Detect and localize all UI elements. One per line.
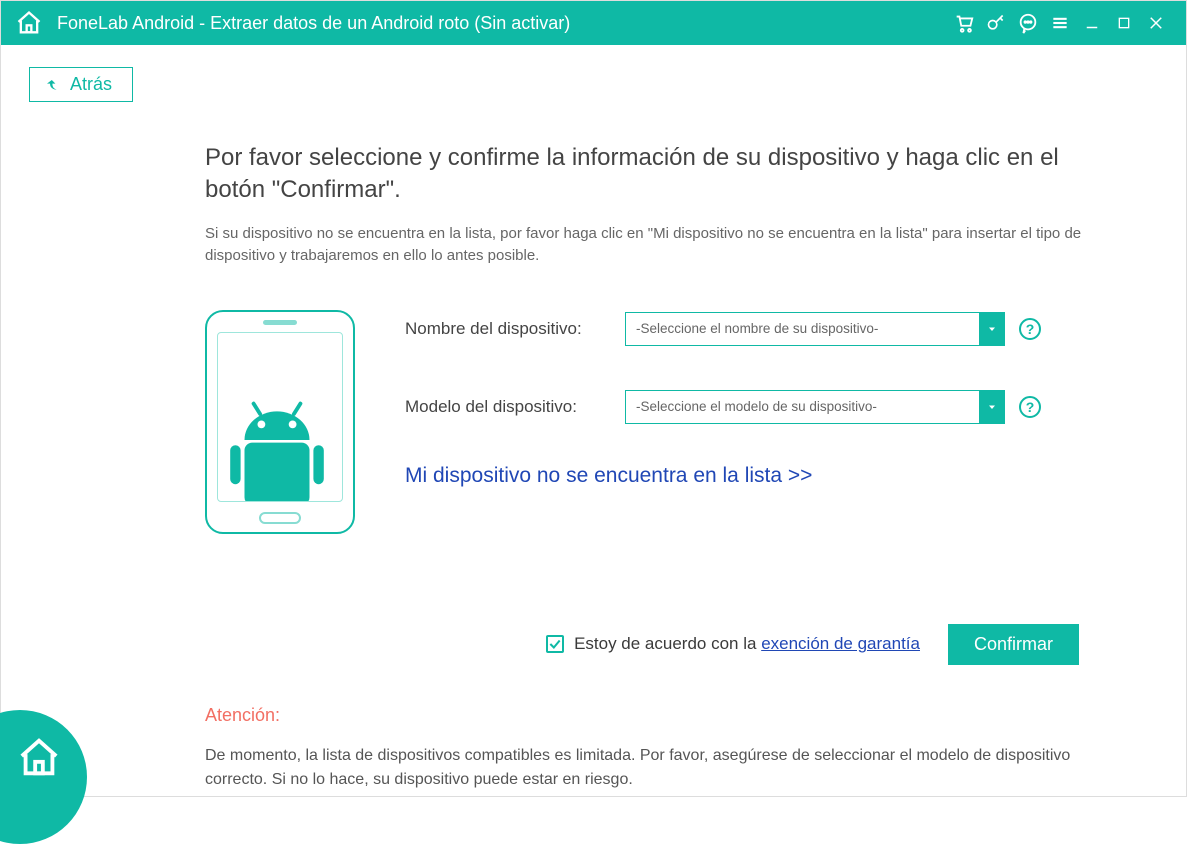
device-model-row: Modelo del dispositivo: -Seleccione el m… [405, 390, 1085, 424]
back-arrow-icon [44, 77, 60, 93]
help-icon[interactable]: ? [1019, 396, 1041, 418]
device-name-label: Nombre del dispositivo: [405, 319, 625, 339]
maximize-icon[interactable] [1108, 1, 1140, 45]
page-subtext: Si su dispositivo no se encuentra en la … [205, 223, 1085, 268]
app-title: FoneLab Android - Extraer datos de un An… [57, 13, 570, 34]
page-heading: Por favor seleccione y confirme la infor… [205, 142, 1085, 207]
home-icon[interactable] [15, 9, 43, 37]
device-model-select[interactable]: -Seleccione el modelo de su dispositivo- [625, 390, 1005, 424]
warranty-exemption-link[interactable]: exención de garantía [761, 634, 920, 653]
phone-illustration [205, 310, 355, 534]
feedback-icon[interactable] [1012, 1, 1044, 45]
back-label: Atrás [70, 74, 112, 95]
back-button[interactable]: Atrás [29, 67, 133, 102]
agree-group: Estoy de acuerdo con la exención de gara… [546, 634, 920, 654]
home-icon [16, 735, 62, 781]
content-area: Atrás Por favor seleccione y confirme la… [1, 45, 1186, 796]
android-icon [217, 375, 342, 502]
cart-icon[interactable] [948, 1, 980, 45]
minimize-icon[interactable] [1076, 1, 1108, 45]
device-name-select[interactable]: -Seleccione el nombre de su dispositivo- [625, 312, 1005, 346]
attention-text: De momento, la lista de dispositivos com… [205, 744, 1085, 792]
device-not-in-list-link[interactable]: Mi dispositivo no se encuentra en la lis… [405, 464, 812, 488]
agree-text: Estoy de acuerdo con la [574, 634, 761, 653]
chevron-down-icon[interactable] [979, 390, 1005, 424]
titlebar: FoneLab Android - Extraer datos de un An… [1, 1, 1186, 45]
attention-label: Atención: [205, 705, 1085, 726]
device-name-row: Nombre del dispositivo: -Seleccione el n… [405, 312, 1085, 346]
menu-icon[interactable] [1044, 1, 1076, 45]
agree-checkbox[interactable] [546, 635, 564, 653]
confirm-button[interactable]: Confirmar [948, 624, 1079, 665]
home-fab[interactable] [0, 710, 87, 844]
chevron-down-icon[interactable] [979, 312, 1005, 346]
device-model-label: Modelo del dispositivo: [405, 397, 625, 417]
close-icon[interactable] [1140, 1, 1172, 45]
key-icon[interactable] [980, 1, 1012, 45]
help-icon[interactable]: ? [1019, 318, 1041, 340]
